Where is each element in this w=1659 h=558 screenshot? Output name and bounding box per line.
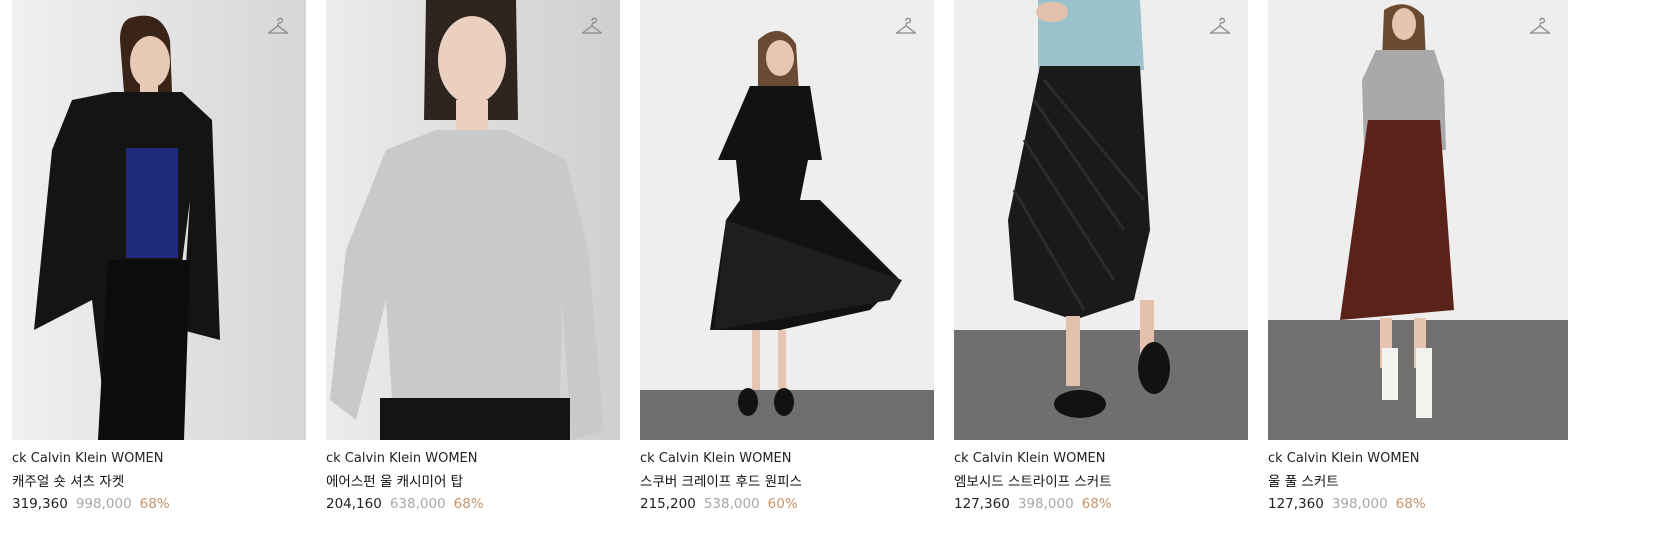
product-card[interactable]: ck Calvin Klein WOMEN 에어스펀 울 캐시미어 탑 204,…: [326, 0, 620, 558]
hanger-icon[interactable]: [894, 16, 918, 40]
hanger-icon[interactable]: [1528, 16, 1552, 40]
sale-price: 204,160: [326, 496, 382, 512]
product-name[interactable]: 엠보시드 스트라이프 스커트: [954, 472, 1248, 492]
product-photo: [640, 0, 934, 440]
product-name[interactable]: 캐주얼 숏 셔츠 자켓: [12, 472, 306, 492]
price-row: 215,200 538,000 60%: [640, 494, 934, 514]
hanger-icon[interactable]: [1208, 16, 1232, 40]
product-image[interactable]: [12, 0, 306, 440]
discount-rate: 68%: [1081, 496, 1112, 512]
sale-price: 319,360: [12, 496, 68, 512]
product-brand: ck Calvin Klein WOMEN: [1268, 451, 1420, 466]
price-row: 319,360 998,000 68%: [12, 494, 306, 514]
product-image[interactable]: [954, 0, 1248, 440]
product-brand: ck Calvin Klein WOMEN: [12, 451, 164, 466]
sale-price: 215,200: [640, 496, 696, 512]
sale-price: 127,360: [954, 496, 1010, 512]
product-image[interactable]: [1268, 0, 1568, 440]
discount-rate: 60%: [767, 496, 798, 512]
original-price: 998,000: [75, 496, 132, 512]
price-row: 127,360 398,000 68%: [1268, 494, 1568, 514]
original-price: 398,000: [1017, 496, 1074, 512]
price-row: 204,160 638,000 68%: [326, 494, 620, 514]
hanger-icon[interactable]: [266, 16, 290, 40]
product-brand: ck Calvin Klein WOMEN: [954, 451, 1106, 466]
price-row: 127,360 398,000 68%: [954, 494, 1248, 514]
hanger-icon[interactable]: [580, 16, 604, 40]
product-brand: ck Calvin Klein WOMEN: [640, 451, 792, 466]
product-photo: [12, 0, 306, 440]
product-name[interactable]: 울 풀 스커트: [1268, 472, 1568, 492]
product-card[interactable]: ck Calvin Klein WOMEN 엠보시드 스트라이프 스커트 127…: [954, 0, 1248, 558]
product-card[interactable]: ck Calvin Klein WOMEN 울 풀 스커트 127,360 398…: [1268, 0, 1568, 558]
product-name[interactable]: 에어스펀 울 캐시미어 탑: [326, 472, 620, 492]
product-name[interactable]: 스쿠버 크레이프 후드 원피스: [640, 472, 934, 492]
discount-rate: 68%: [139, 496, 170, 512]
product-photo: [326, 0, 620, 440]
discount-rate: 68%: [453, 496, 484, 512]
product-card[interactable]: ck Calvin Klein WOMEN 캐주얼 숏 셔츠 자켓 319,36…: [12, 0, 306, 558]
product-brand: ck Calvin Klein WOMEN: [326, 451, 478, 466]
sale-price: 127,360: [1268, 496, 1324, 512]
original-price: 538,000: [703, 496, 760, 512]
product-image[interactable]: [326, 0, 620, 440]
original-price: 638,000: [389, 496, 446, 512]
original-price: 398,000: [1331, 496, 1388, 512]
discount-rate: 68%: [1395, 496, 1426, 512]
product-photo: [1268, 0, 1568, 440]
product-grid: ck Calvin Klein WOMEN 캐주얼 숏 셔츠 자켓 319,36…: [12, 0, 1659, 558]
product-card[interactable]: ck Calvin Klein WOMEN 스쿠버 크레이프 후드 원피스 21…: [640, 0, 934, 558]
product-image[interactable]: [640, 0, 934, 440]
product-photo: [954, 0, 1248, 440]
